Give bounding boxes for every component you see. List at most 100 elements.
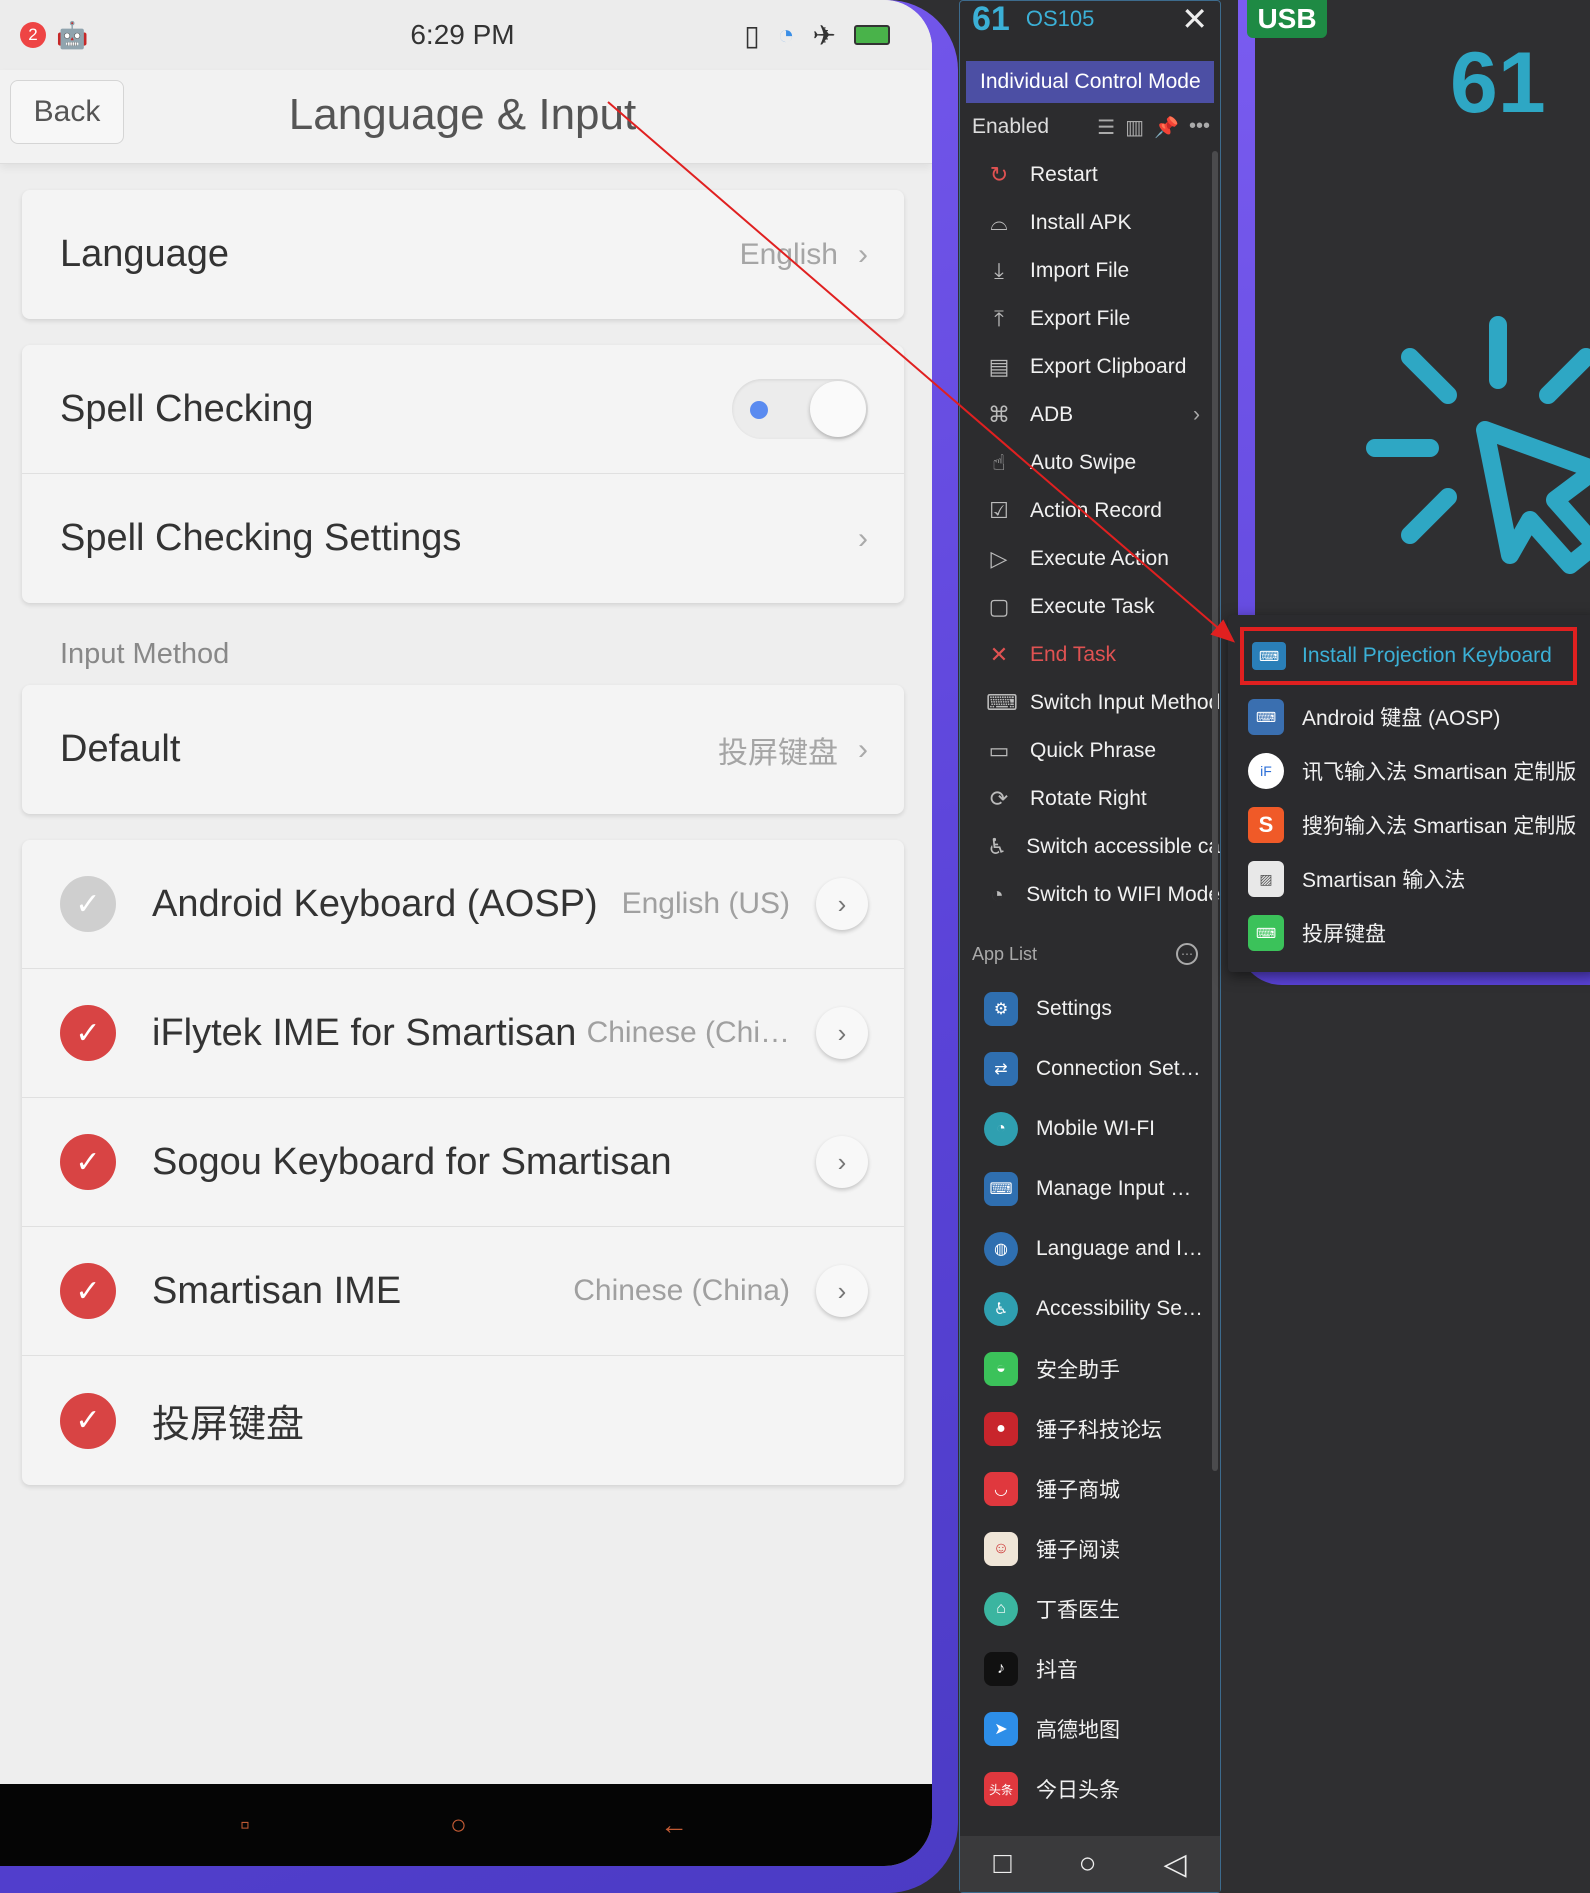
- ifly-icon: iF: [1248, 753, 1284, 789]
- app-label: Language and I…: [1036, 1237, 1203, 1260]
- popup-label: 投屏键盘: [1302, 923, 1386, 946]
- sidebar-scrollbar[interactable]: [1212, 151, 1218, 1471]
- menu-execute-task[interactable]: ▢ Execute Task: [960, 583, 1220, 631]
- menu-export-clipboard[interactable]: ▤ Export Clipboard: [960, 343, 1220, 391]
- menu-label: End Task: [1030, 643, 1116, 666]
- ime-row[interactable]: ✓ iFlytek IME for Smartisan Chinese (Chi…: [22, 969, 904, 1098]
- spell-settings-row[interactable]: Spell Checking Settings ›: [22, 474, 904, 603]
- app-connection[interactable]: ⇄ Connection Set…: [960, 1039, 1220, 1099]
- menu-action-record[interactable]: ☑ Action Record: [960, 487, 1220, 535]
- menu-import-file[interactable]: ⤓ Import File: [960, 247, 1220, 295]
- menu-quick-phrase[interactable]: ▭ Quick Phrase: [960, 727, 1220, 775]
- forum-icon: ●: [984, 1412, 1018, 1446]
- app-amap[interactable]: ➤ 高德地图: [960, 1699, 1220, 1759]
- default-row[interactable]: Default 投屏键盘 ›: [22, 685, 904, 814]
- close-icon[interactable]: ✕: [1181, 0, 1208, 38]
- mode-select[interactable]: Individual Control Mode: [966, 61, 1214, 103]
- home-icon[interactable]: ○: [450, 1809, 467, 1841]
- ime-row[interactable]: ✓ Android Keyboard (AOSP) English (US) ›: [22, 840, 904, 969]
- record-icon: ☑: [989, 498, 1009, 523]
- app-accessibility[interactable]: ♿ Accessibility Se…: [960, 1279, 1220, 1339]
- back-arrow-icon[interactable]: ←: [660, 1809, 688, 1841]
- check-icon[interactable]: ✓: [60, 1263, 116, 1319]
- check-icon[interactable]: ✓: [60, 1392, 116, 1449]
- menu-install-apk[interactable]: ⌓ Install APK: [960, 199, 1220, 247]
- status-time: 6:29 PM: [410, 19, 515, 50]
- check-icon[interactable]: ✓: [60, 876, 116, 932]
- check-icon[interactable]: ✓: [60, 1134, 116, 1190]
- menu-end-task[interactable]: ✕ End Task: [960, 631, 1220, 679]
- ime-row[interactable]: ✓ Smartisan IME Chinese (China) ›: [22, 1227, 904, 1356]
- app-language[interactable]: ◍ Language and I…: [960, 1219, 1220, 1279]
- chevron-right-icon[interactable]: ›: [816, 878, 868, 930]
- menu-adb[interactable]: ⌘ ADB ›: [960, 391, 1220, 439]
- popup-label: 搜狗输入法 Smartisan 定制版: [1302, 815, 1577, 838]
- layout-icon[interactable]: ▥: [1125, 115, 1144, 140]
- popup-item[interactable]: ▨ Smartisan 输入法: [1228, 852, 1590, 906]
- language-row[interactable]: Language English ›: [22, 190, 904, 319]
- chevron-right-icon: ›: [858, 237, 868, 271]
- list-icon[interactable]: ☰: [1097, 115, 1115, 140]
- popup-item[interactable]: ⌨ 投屏键盘: [1228, 906, 1590, 960]
- ime-lang: Chinese (Chi…: [586, 1016, 790, 1049]
- pin-icon[interactable]: 📌: [1154, 115, 1179, 140]
- keyboard-icon: ⌨: [986, 690, 1018, 715]
- menu-label: Rotate Right: [1030, 787, 1147, 810]
- recents-icon[interactable]: □: [993, 1847, 1011, 1881]
- app-douyin[interactable]: ♪ 抖音: [960, 1639, 1220, 1699]
- menu-execute-action[interactable]: ▷ Execute Action: [960, 535, 1220, 583]
- home-icon[interactable]: ○: [1078, 1847, 1096, 1881]
- spell-card: Spell Checking Spell Checking Settings ›: [22, 345, 904, 603]
- ime-name: Sogou Keyboard for Smartisan: [152, 1140, 672, 1183]
- chevron-right-icon[interactable]: ›: [816, 1136, 868, 1188]
- bag-icon: ◡: [984, 1472, 1018, 1506]
- spell-checking-label: Spell Checking: [60, 387, 314, 430]
- more-icon[interactable]: ⋯: [1176, 943, 1198, 965]
- app-mobile-wifi[interactable]: ◔ Mobile WI-FI: [960, 1099, 1220, 1159]
- ime-row[interactable]: ✓ Sogou Keyboard for Smartisan ›: [22, 1098, 904, 1227]
- status-bar: 2 🤖 6:29 PM ▯ ◔ ✈: [0, 0, 932, 70]
- spell-checking-toggle[interactable]: [732, 379, 868, 439]
- more-icon[interactable]: •••: [1189, 115, 1210, 140]
- recents-icon[interactable]: ▫: [240, 1809, 250, 1841]
- app-reader[interactable]: ☺ 锤子阅读: [960, 1519, 1220, 1579]
- back-triangle-icon[interactable]: ◁: [1163, 1847, 1186, 1882]
- usb-badge: USB: [1247, 0, 1327, 38]
- app-doctor[interactable]: ⌂ 丁香医生: [960, 1579, 1220, 1639]
- gear-icon: ⚙: [984, 992, 1018, 1026]
- popup-item[interactable]: iF 讯飞输入法 Smartisan 定制版: [1228, 744, 1590, 798]
- swipe-icon: ☝: [992, 450, 1006, 475]
- chevron-right-icon[interactable]: ›: [816, 1007, 868, 1059]
- ime-row[interactable]: ✓ 投屏键盘: [22, 1356, 904, 1485]
- menu-label: Switch accessible ca: [1026, 835, 1220, 858]
- app-forum[interactable]: ● 锤子科技论坛: [960, 1399, 1220, 1459]
- menu-switch-wifi[interactable]: ◔ Switch to WIFI Mode: [960, 871, 1220, 919]
- rotate-icon: ⟳: [989, 786, 1009, 811]
- popup-item[interactable]: S 搜狗输入法 Smartisan 定制版: [1228, 798, 1590, 852]
- app-toutiao[interactable]: 头条 今日头条: [960, 1759, 1220, 1819]
- book-icon: ☺: [984, 1532, 1018, 1566]
- app-settings[interactable]: ⚙ Settings: [960, 979, 1220, 1039]
- menu-switch-input[interactable]: ⌨ Switch Input Method: [960, 679, 1220, 727]
- menu-restart[interactable]: ↻ Restart: [960, 151, 1220, 199]
- chevron-right-icon[interactable]: ›: [816, 1265, 868, 1317]
- menu-rotate-right[interactable]: ⟳ Rotate Right: [960, 775, 1220, 823]
- check-icon[interactable]: ✓: [60, 1005, 116, 1061]
- install-projection-label: Install Projection Keyboard: [1302, 644, 1552, 667]
- menu-export-file[interactable]: ⤒ Export File: [960, 295, 1220, 343]
- spell-settings-label: Spell Checking Settings: [60, 517, 462, 559]
- device-number: 61: [972, 0, 1010, 38]
- install-projection-keyboard[interactable]: ⌨ Install Projection Keyboard: [1240, 627, 1577, 685]
- menu-switch-accessible[interactable]: ♿ Switch accessible ca: [960, 823, 1220, 871]
- app-security[interactable]: ◒ 安全助手: [960, 1339, 1220, 1399]
- keyboard-icon: ⌨: [1248, 699, 1284, 735]
- popup-item[interactable]: ⌨ Android 键盘 (AOSP): [1228, 690, 1590, 744]
- download-icon: ⤓: [994, 258, 1004, 283]
- app-label: Mobile WI-FI: [1036, 1117, 1156, 1140]
- ime-lang: English (US): [621, 887, 790, 920]
- chat-icon: ▭: [988, 738, 1010, 763]
- app-label: 锤子阅读: [1036, 1539, 1120, 1562]
- menu-auto-swipe[interactable]: ☝ Auto Swipe: [960, 439, 1220, 487]
- app-store[interactable]: ◡ 锤子商城: [960, 1459, 1220, 1519]
- app-manage-input[interactable]: ⌨ Manage Input …: [960, 1159, 1220, 1219]
